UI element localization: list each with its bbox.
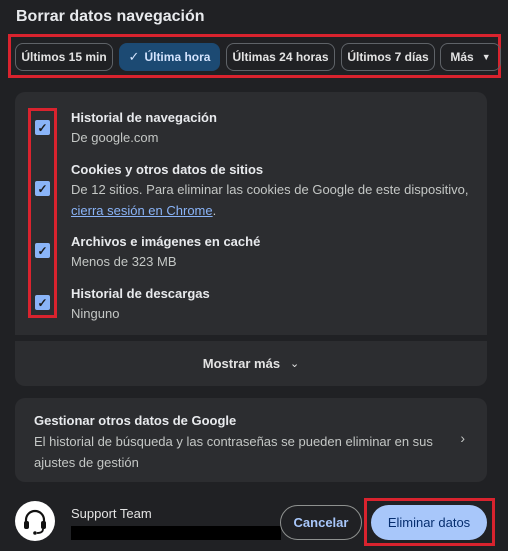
checkbox-cookies[interactable]: ✓ (35, 181, 50, 196)
sign-out-link[interactable]: cierra sesión en Chrome (71, 203, 213, 218)
chevron-down-icon: ⌄ (290, 358, 300, 370)
item-subtitle-cookies: De 12 sitios. Para eliminar las cookies … (71, 179, 471, 221)
dialog-title: Borrar datos navegación (16, 8, 205, 25)
check-icon: ✓ (37, 181, 48, 196)
avatar (15, 501, 55, 541)
checkbox-cache[interactable]: ✓ (35, 243, 50, 258)
item-title-downloads: Historial de descargas (71, 286, 210, 301)
link-suffix: . (212, 203, 217, 218)
chip-more-dropdown[interactable]: Más ▼ (440, 43, 501, 71)
item-title-browsing-history: Historial de navegación (71, 110, 217, 125)
item-title-cache: Archivos e imágenes en caché (71, 234, 261, 249)
checkbox-highlight (28, 108, 57, 318)
chip-label: Últimas 24 horas (232, 50, 329, 64)
cookies-description: De 12 sitios. Para eliminar las cookies … (71, 182, 469, 197)
account-name: Support Team (71, 506, 152, 521)
chip-label: Últimos 7 días (347, 50, 429, 64)
delete-data-button[interactable]: Eliminar datos (371, 505, 487, 540)
chip-last-24-hours[interactable]: Últimas 24 horas (226, 43, 335, 71)
chip-last-15-min[interactable]: Últimos 15 min (15, 43, 113, 71)
item-title-cookies: Cookies y otros datos de sitios (71, 162, 264, 177)
manage-google-title: Gestionar otros datos de Google (34, 413, 237, 428)
chip-label: Más (450, 50, 474, 64)
headset-icon (24, 509, 46, 535)
check-icon: ✓ (37, 120, 48, 135)
chip-last-hour[interactable]: ✓ Última hora (119, 43, 220, 71)
item-subtitle-cache: Menos de 323 MB (71, 254, 177, 269)
show-more-label: Mostrar más (202, 356, 281, 371)
item-subtitle-browsing-history: De google.com (71, 130, 159, 145)
check-icon: ✓ (37, 243, 48, 258)
redacted-email (71, 526, 281, 540)
chevron-right-icon: › (460, 430, 465, 446)
checkbox-downloads[interactable]: ✓ (35, 295, 50, 310)
caret-down-icon: ▼ (481, 52, 491, 62)
check-icon: ✓ (128, 49, 140, 64)
show-more-button[interactable]: Mostrar más ⌄ (15, 341, 487, 386)
check-icon: ✓ (37, 295, 48, 310)
item-subtitle-downloads: Ninguno (71, 306, 120, 321)
chip-label: Última hora (144, 50, 211, 64)
chip-last-7-days[interactable]: Últimos 7 días (341, 43, 435, 71)
chip-label: Últimos 15 min (21, 50, 107, 64)
cancel-button[interactable]: Cancelar (280, 505, 362, 540)
checkbox-browsing-history[interactable]: ✓ (35, 120, 50, 135)
manage-google-data-card[interactable]: Gestionar otros datos de Google El histo… (15, 398, 487, 482)
manage-google-description: El historial de búsqueda y las contraseñ… (34, 434, 433, 470)
